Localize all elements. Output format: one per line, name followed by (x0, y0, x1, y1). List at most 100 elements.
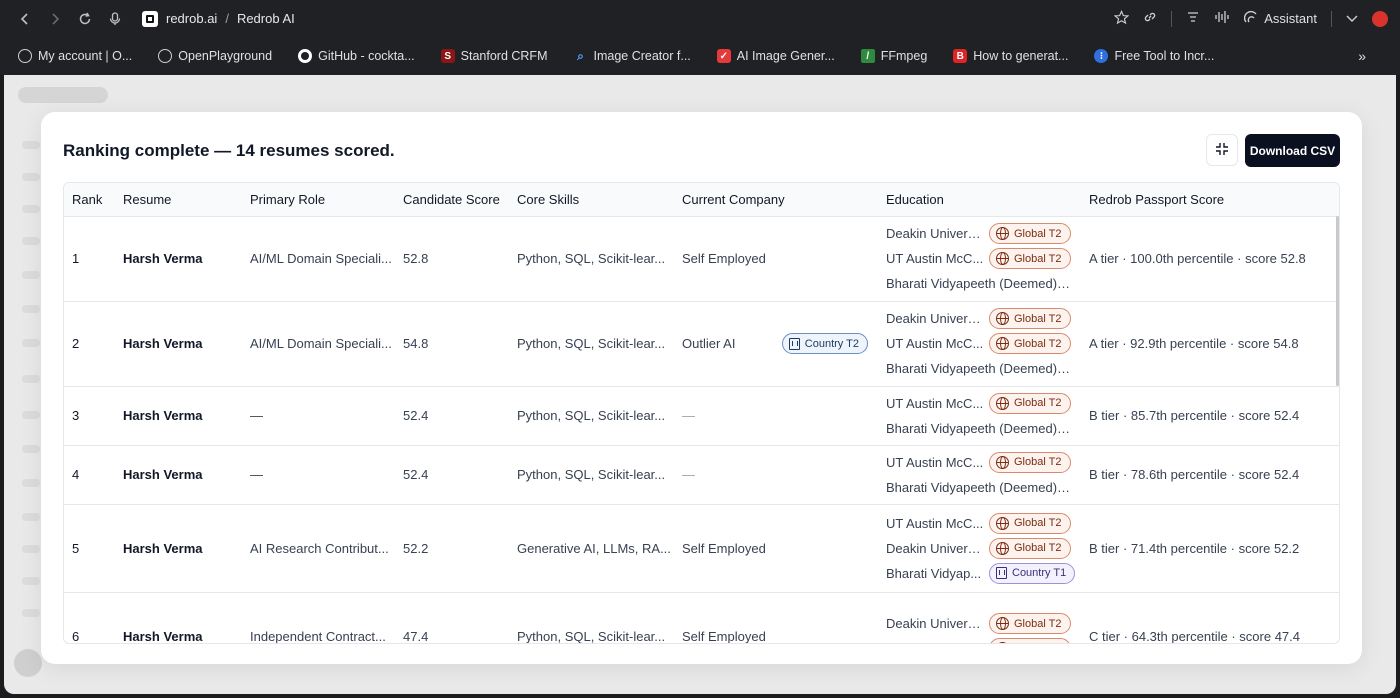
cell-resume-name: Harsh Verma (115, 216, 242, 302)
badge-label: Global T2 (1014, 227, 1062, 240)
dimmed-nav-item (22, 545, 40, 553)
dimmed-nav-item (22, 205, 40, 213)
microphone-icon[interactable] (100, 4, 130, 34)
cell-current-company: — (674, 445, 878, 505)
header-current-company[interactable]: Current Company (674, 183, 878, 217)
header-candidate-score[interactable]: Candidate Score (395, 183, 509, 217)
cell-current-company: Self Employed (674, 504, 878, 593)
bookmark-item[interactable]: / FFmpeg (860, 49, 927, 63)
cell-primary-role: — (242, 386, 395, 446)
globe-icon (996, 337, 1009, 350)
table-row[interactable]: 2 Harsh Verma AI/ML Domain Speciali... 54.8… (64, 301, 1339, 387)
header-rank[interactable]: Rank (64, 183, 115, 217)
download-csv-button[interactable]: Download CSV (1245, 134, 1340, 167)
education-entry: UT Austin McC... Global T2 (886, 391, 1081, 416)
bookmark-item[interactable]: OpenPlayground (158, 49, 272, 63)
globe-icon (996, 541, 1009, 555)
badge-label: Global T2 (1014, 397, 1062, 409)
address-bar[interactable]: redrob.ai / Redrob AI (142, 10, 295, 27)
cell-core-skills: Python, SQL, Scikit-lear... (509, 216, 674, 302)
dimmed-nav-item (22, 577, 40, 585)
bookmark-item[interactable]: ✓ AI Image Gener... (716, 49, 835, 63)
cell-primary-role: AI/ML Domain Speciali... (242, 216, 395, 302)
globe-icon (18, 49, 32, 63)
education-name: UT Austin McC... (886, 395, 984, 411)
bookmark-item[interactable]: S Stanford CRFM (440, 49, 548, 63)
table-header-row: Rank Resume Primary Role Candidate Score… (64, 183, 1339, 217)
back-icon[interactable] (10, 4, 40, 34)
bookmark-label: OpenPlayground (178, 49, 273, 63)
audio-wave-icon[interactable] (1214, 10, 1230, 27)
education-entry: UT Austin McC... Global T2 (886, 636, 1081, 644)
education-tier-badge: Global T2 (989, 537, 1071, 559)
link-icon[interactable] (1143, 10, 1157, 27)
cell-core-skills: Python, SQL, Scikit-lear... (509, 301, 674, 387)
badge-label: Global T2 (1014, 643, 1062, 644)
profile-avatar-icon[interactable] (1372, 10, 1388, 27)
tool-icon: ⁝ (1094, 49, 1109, 63)
badge-label: Global T2 (1014, 337, 1062, 350)
results-table: Rank Resume Primary Role Candidate Score… (63, 182, 1340, 644)
education-name: UT Austin McC... (886, 515, 984, 531)
table-row[interactable]: 5 Harsh Verma AI Research Contribut... 52.2… (64, 504, 1339, 593)
education-name: UT Austin McC... (886, 454, 984, 470)
app-icon: ✓ (716, 49, 731, 63)
bookmark-item[interactable]: My account | O... (18, 49, 132, 63)
stanford-icon: S (440, 49, 455, 63)
bookmark-item[interactable]: B How to generat... (953, 49, 1068, 63)
reader-list-icon[interactable] (1186, 11, 1200, 26)
address-separator: / (225, 11, 229, 26)
bookmark-item[interactable]: ⌕ Image Creator f... (574, 48, 691, 64)
cell-current-company: Self Employed (674, 592, 878, 643)
assistant-button[interactable]: Assistant (1244, 10, 1317, 27)
forward-icon[interactable] (40, 4, 70, 34)
bookmark-label: GitHub - cockta... (318, 49, 415, 63)
table-row[interactable]: 3 Harsh Verma —52.4 Python, SQL, Scikit-lea… (64, 386, 1339, 446)
bookmark-star-icon[interactable] (1113, 9, 1130, 28)
education-entry: UT Austin McC... Global T2 (886, 450, 1081, 475)
site-favicon-icon (142, 10, 158, 27)
more-bookmarks-icon[interactable]: » (1358, 48, 1366, 64)
bookmark-item[interactable]: GitHub - cockta... (298, 49, 415, 63)
search-icon: ⌕ (577, 48, 584, 63)
collapse-button[interactable] (1206, 134, 1238, 166)
header-education[interactable]: Education (878, 183, 1081, 217)
header-resume[interactable]: Resume (115, 183, 242, 217)
education-tier-badge: Country T1 (989, 562, 1076, 584)
chevron-down-icon[interactable] (1346, 11, 1358, 26)
table-scrollbar[interactable] (1336, 216, 1339, 386)
header-passport-score[interactable]: Redrob Passport Score (1081, 183, 1339, 217)
assistant-label: Assistant (1264, 11, 1317, 26)
globe-icon (996, 252, 1009, 265)
education-entry: Bharati Vidyapeeth (Deemed) ... (886, 271, 1081, 296)
dimmed-nav-item (22, 305, 40, 313)
cell-resume-name: Harsh Verma (115, 301, 242, 387)
table-row[interactable]: 4 Harsh Verma —52.4 Python, SQL, Scikit-lea… (64, 445, 1339, 505)
cell-rank: 2 (64, 301, 115, 387)
badge-label: Global T2 (1014, 617, 1062, 630)
education-tier-badge: Global T2 (989, 308, 1071, 329)
education-tier-badge: Global T2 (989, 613, 1071, 634)
header-core-skills[interactable]: Core Skills (509, 183, 674, 217)
cell-core-skills: Python, SQL, Scikit-lear... (509, 386, 674, 446)
assistant-icon (1244, 10, 1258, 27)
education-entry: UT Austin McC... Global T2 (886, 246, 1081, 271)
collapse-icon (1215, 142, 1229, 159)
company-name: Outlier AI (682, 336, 736, 351)
cell-primary-role: Independent Contract... (242, 592, 395, 643)
cell-candidate-score: 52.2 (395, 504, 509, 593)
bookmark-item[interactable]: ⁝ Free Tool to Incr... (1094, 49, 1214, 63)
education-tier-badge: Global T2 (989, 451, 1071, 473)
table-row[interactable]: 6 Harsh Verma Independent Contract... 47.4 P… (64, 592, 1339, 644)
dimmed-nav-item (22, 445, 40, 453)
dimmed-nav-item (22, 411, 40, 419)
education-name: Bharati Vidyapeeth (Deemed) ... (886, 420, 1071, 436)
company-name: — (682, 467, 695, 482)
education-name: Bharati Vidyapeeth (Deemed) ... (886, 361, 1071, 376)
cell-candidate-score: 54.8 (395, 301, 509, 387)
header-primary-role[interactable]: Primary Role (242, 183, 395, 217)
table-row[interactable]: 1 Harsh Verma AI/ML Domain Speciali... 52.8… (64, 216, 1339, 302)
reload-icon[interactable] (70, 4, 100, 34)
globe-icon (996, 312, 1009, 325)
education-tier-badge: Global T2 (989, 392, 1071, 414)
